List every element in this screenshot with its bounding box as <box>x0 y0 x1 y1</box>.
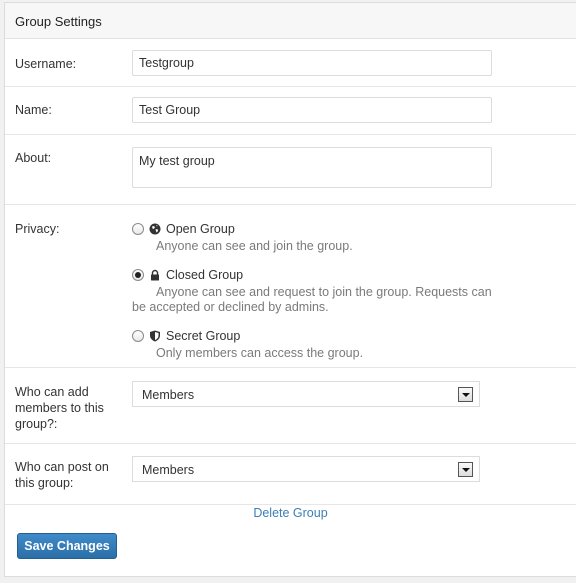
privacy-label: Privacy: <box>15 222 60 236</box>
closed-group-title: Closed Group <box>166 268 244 282</box>
about-label: About: <box>15 151 52 165</box>
secret-group-radio[interactable] <box>132 330 144 342</box>
secret-group-description: Only members can access the group. <box>156 346 364 360</box>
privacy-row: Privacy: Open Group Anyone can see and j… <box>5 205 576 368</box>
closed-group-description-line1: Anyone can see and request to join the g… <box>156 285 492 299</box>
delete-group-link[interactable]: Delete Group <box>5 506 576 520</box>
who-can-post-label: Who can post on this group: <box>15 460 109 490</box>
group-settings-panel: Group Settings Username: Name: About: My… <box>4 2 576 577</box>
privacy-option-open[interactable]: Open Group Anyone can see and join the g… <box>132 221 502 254</box>
username-label: Username: <box>15 57 77 71</box>
who-can-add-row: Who can add members to this group?: Memb… <box>5 368 576 444</box>
open-group-title: Open Group <box>166 222 235 236</box>
secret-group-title: Secret Group <box>166 329 241 343</box>
open-group-description: Anyone can see and join the group. <box>156 239 353 253</box>
save-changes-button[interactable]: Save Changes <box>17 533 117 559</box>
lock-icon <box>151 269 159 281</box>
name-row: Name: <box>5 87 576 135</box>
who-can-add-select[interactable]: Members <box>132 381 480 407</box>
globe-icon <box>149 223 161 235</box>
name-label: Name: <box>15 103 52 117</box>
who-can-post-selected: Members <box>142 463 195 477</box>
chevron-down-icon[interactable] <box>458 462 473 477</box>
open-group-radio[interactable] <box>132 223 144 235</box>
privacy-option-closed[interactable]: Closed Group Anyone can see and request … <box>132 267 502 315</box>
panel-title: Group Settings <box>5 3 576 39</box>
chevron-down-icon[interactable] <box>458 387 473 402</box>
about-textarea[interactable]: My test group <box>132 147 492 188</box>
privacy-option-secret[interactable]: Secret Group Only members can access the… <box>132 328 502 361</box>
who-can-add-selected: Members <box>142 388 195 402</box>
closed-group-radio[interactable] <box>132 269 144 281</box>
closed-group-description-line2: be accepted or declined by admins. <box>132 300 329 314</box>
username-input[interactable] <box>132 50 492 76</box>
who-can-add-label: Who can add members to this group?: <box>15 385 104 431</box>
about-row: About: My test group <box>5 135 576 205</box>
who-can-post-select[interactable]: Members <box>132 456 480 482</box>
name-input[interactable] <box>132 97 492 123</box>
who-can-post-row: Who can post on this group: Members <box>5 444 576 505</box>
shield-icon <box>150 330 160 342</box>
username-row: Username: <box>5 39 576 87</box>
